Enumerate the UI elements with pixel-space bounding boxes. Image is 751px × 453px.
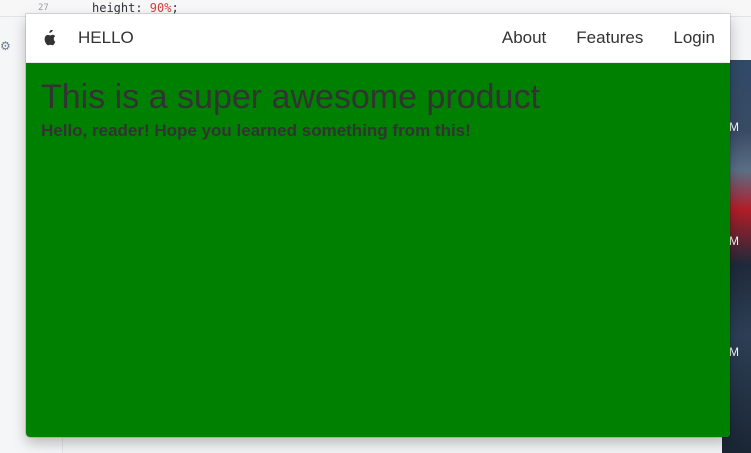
nav-link-features[interactable]: Features <box>576 28 643 48</box>
gear-icon[interactable]: ⚙ <box>0 40 12 52</box>
apple-icon[interactable] <box>41 29 57 46</box>
hero-section: This is a super awesome product Hello, r… <box>26 63 730 437</box>
nav-link-login[interactable]: Login <box>673 28 715 48</box>
screenshot-root: 27 height: 90%; ⚙ M M M HELLO About Feat… <box>0 0 751 453</box>
code-prefix: height: <box>92 1 150 15</box>
nav-link-about[interactable]: About <box>502 28 546 48</box>
browser-window: HELLO About Features Login This is a sup… <box>26 14 730 437</box>
line-number: 27 <box>38 3 49 13</box>
background-marker-2: M <box>729 234 739 248</box>
brand-title[interactable]: HELLO <box>78 28 134 48</box>
hero-title: This is a super awesome product <box>41 78 540 116</box>
hero-subtitle: Hello, reader! Hope you learned somethin… <box>41 121 471 140</box>
background-marker-3: M <box>729 345 739 359</box>
code-suffix: ; <box>171 1 179 15</box>
code-snippet: height: 90%; <box>92 1 179 15</box>
code-value: 90% <box>149 1 172 15</box>
background-marker-1: M <box>729 120 739 134</box>
navbar: HELLO About Features Login <box>26 14 730 63</box>
